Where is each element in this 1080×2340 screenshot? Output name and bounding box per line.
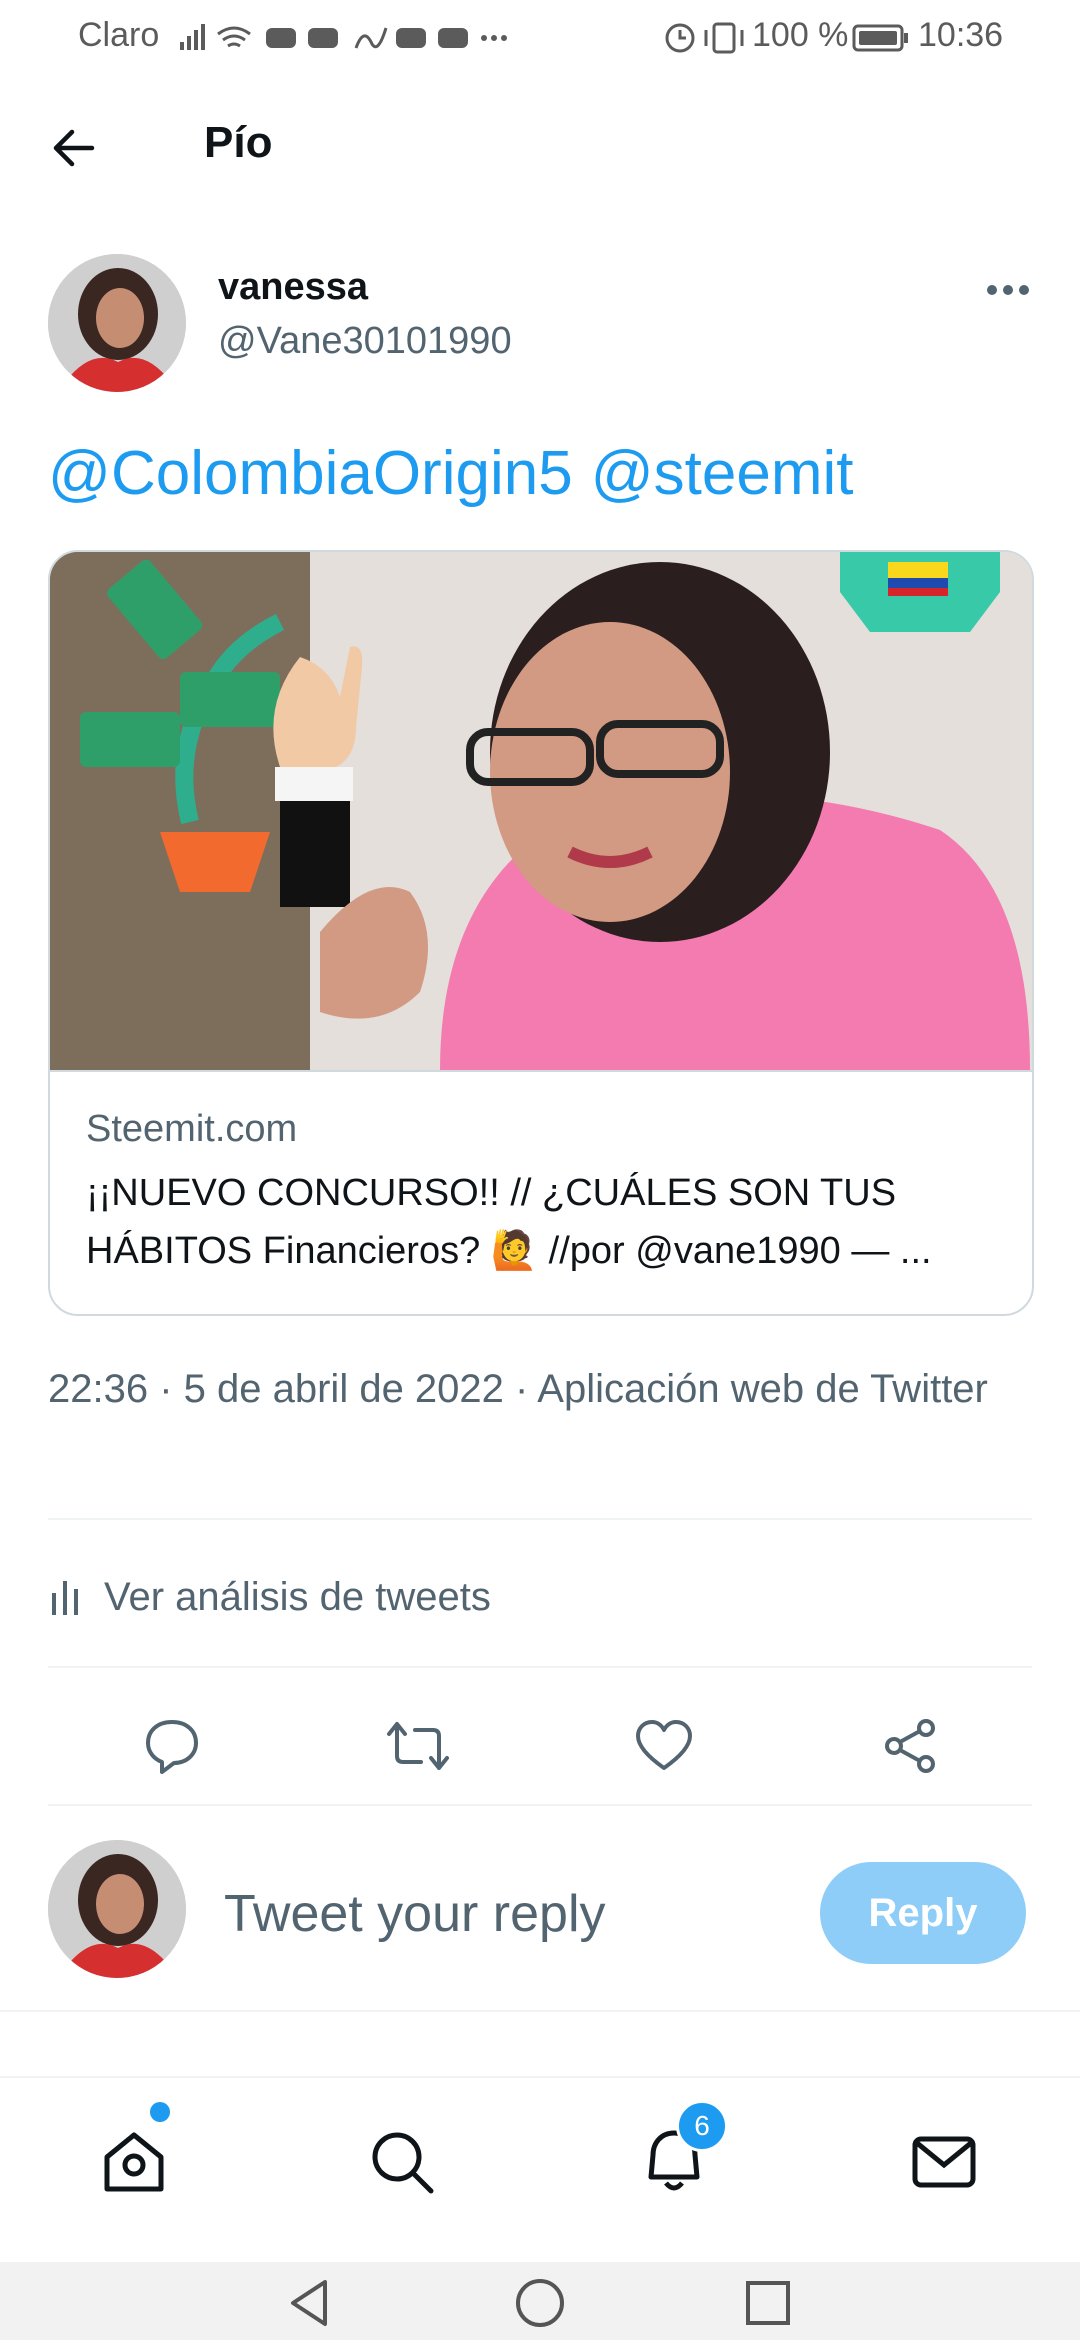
retweet-icon (387, 1722, 449, 1770)
tweet-text: @ColombiaOrigin5 @steemit (48, 438, 871, 509)
circle-home-icon (516, 2279, 564, 2327)
triangle-back-icon (291, 2280, 327, 2326)
alarm-vibrate-icons (665, 22, 744, 54)
nav-search[interactable] (352, 2112, 452, 2212)
tweet-analytics-link[interactable]: Ver análisis de tweets (48, 1570, 491, 1624)
divider (48, 1666, 1032, 1668)
battery-percent: 100 % (752, 16, 849, 54)
reply-input[interactable]: Tweet your reply (224, 1884, 606, 1944)
heart-icon (636, 1720, 692, 1770)
system-recents-button[interactable] (728, 2268, 808, 2338)
square-recents-icon (746, 2281, 790, 2325)
tweet-time: 22:36 (48, 1367, 149, 1411)
divider (48, 1804, 1032, 1806)
share-action-button[interactable] (870, 1706, 950, 1786)
nav-messages[interactable] (894, 2112, 994, 2212)
divider (0, 2010, 1080, 2012)
tweet-date: 5 de abril de 2022 (183, 1367, 504, 1411)
author-handle[interactable]: @Vane30101990 (218, 320, 512, 363)
analytics-label: Ver análisis de tweets (104, 1574, 491, 1619)
avatar-image (48, 1840, 186, 1978)
mail-icon (912, 2136, 976, 2188)
status-bar: Claro 100 % 10:36 (0, 0, 1080, 76)
reply-button[interactable]: Reply (820, 1862, 1026, 1964)
mention-link[interactable]: @ColombiaOrigin5 (48, 439, 573, 508)
arrow-left-icon (53, 129, 95, 167)
link-preview-card[interactable]: Steemit.com ¡¡NUEVO CONCURSO!! // ¿CUÁLE… (48, 550, 1034, 1316)
status-icons (180, 24, 507, 50)
my-avatar (48, 1840, 186, 1978)
tweet-metadata: 22:36 · 5 de abril de 2022 · Aplicación … (48, 1367, 988, 1411)
avatar-image (48, 254, 186, 392)
system-home-button[interactable] (500, 2268, 580, 2338)
mention-link[interactable]: @steemit (591, 439, 854, 508)
comment-icon (146, 1720, 198, 1774)
page-title: Pío (204, 118, 273, 167)
search-icon (372, 2132, 434, 2194)
card-title: ¡¡NUEVO CONCURSO!! // ¿CUÁLES SON TUS HÁ… (86, 1172, 932, 1272)
divider (48, 1518, 1032, 1520)
card-image (50, 552, 1032, 1072)
card-domain: Steemit.com (86, 1108, 298, 1150)
home-unread-dot (150, 2102, 170, 2122)
tweet-source[interactable]: Aplicación web de Twitter (537, 1367, 988, 1411)
battery-icon (852, 24, 908, 52)
author-display-name[interactable]: vanessa (218, 266, 368, 309)
like-action-button[interactable] (624, 1706, 704, 1786)
more-dots-icon (987, 285, 1029, 295)
back-button[interactable] (42, 116, 106, 180)
carrier-label: Claro (78, 16, 160, 54)
analytics-icon (52, 1581, 78, 1615)
reply-action-button[interactable] (132, 1706, 212, 1786)
more-options-button[interactable] (978, 270, 1038, 310)
notifications-count-badge: 6 (676, 2100, 728, 2152)
card-photo (50, 552, 1032, 1070)
share-icon (885, 1719, 935, 1773)
nav-home[interactable] (84, 2112, 184, 2212)
author-avatar[interactable] (48, 254, 186, 392)
clock: 10:36 (918, 16, 1004, 54)
system-back-button[interactable] (270, 2268, 350, 2338)
home-icon (104, 2132, 164, 2192)
retweet-action-button[interactable] (378, 1706, 458, 1786)
